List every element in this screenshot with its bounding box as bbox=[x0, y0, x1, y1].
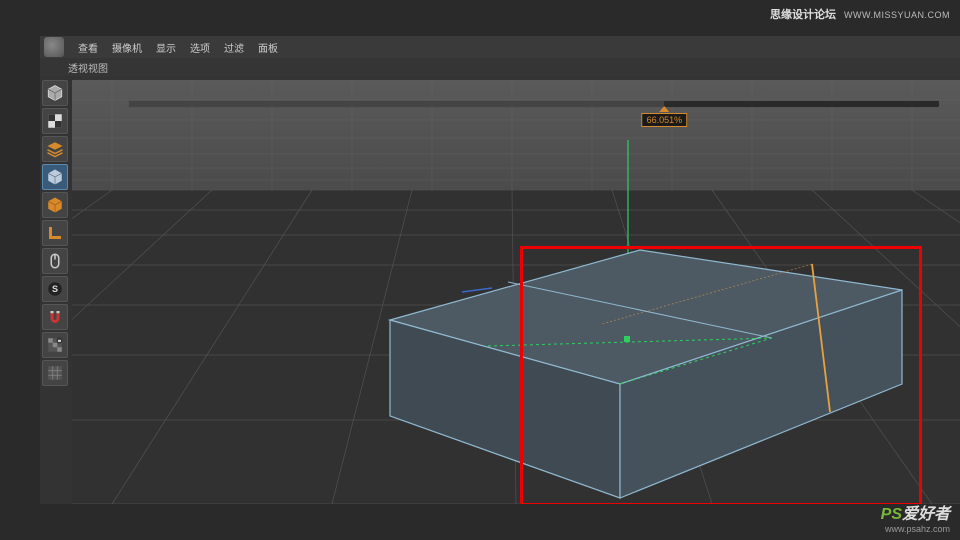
watermark-top-cn: 思缘设计论坛 bbox=[770, 6, 836, 22]
app-frame: 查看 摄像机 显示 选项 过滤 面板 透视视图 S bbox=[40, 36, 960, 504]
uv-tool[interactable] bbox=[42, 108, 68, 134]
left-toolbar: S bbox=[42, 80, 70, 386]
scene-3d bbox=[72, 80, 960, 504]
model-tool[interactable] bbox=[42, 164, 68, 190]
viewport-tab-label[interactable]: 透视视图 bbox=[68, 60, 108, 75]
menu-view[interactable]: 查看 bbox=[72, 38, 104, 57]
menubar: 查看 摄像机 显示 选项 过滤 面板 bbox=[40, 36, 960, 58]
menu-panel[interactable]: 面板 bbox=[252, 38, 284, 57]
watermark-brand: PS爱好者 bbox=[881, 500, 950, 524]
slider-value-marker: 66.051% bbox=[642, 106, 688, 127]
object-tool[interactable] bbox=[42, 192, 68, 218]
cube-tool[interactable] bbox=[42, 80, 68, 106]
menu-options[interactable]: 选项 bbox=[184, 38, 216, 57]
menu-filter[interactable]: 过滤 bbox=[218, 38, 250, 57]
viewport-tabbar: 透视视图 bbox=[40, 58, 960, 76]
magnet-tool[interactable] bbox=[42, 304, 68, 330]
lock-tool[interactable] bbox=[42, 332, 68, 358]
watermark-top-en: WWW.MISSYUAN.COM bbox=[844, 10, 950, 20]
menu-camera[interactable]: 摄像机 bbox=[106, 38, 148, 57]
viewport[interactable]: 66.051% bbox=[72, 80, 960, 504]
watermark-url: www.psahz.com bbox=[881, 524, 950, 534]
slider-value-label: 66.051% bbox=[642, 113, 688, 127]
bevel-slider[interactable] bbox=[128, 100, 940, 108]
watermark-bottom: PS爱好者 www.psahz.com bbox=[881, 500, 950, 534]
axis-tool[interactable] bbox=[42, 220, 68, 246]
layer-tool[interactable] bbox=[42, 136, 68, 162]
snap-s-tool[interactable]: S bbox=[42, 276, 68, 302]
menu-display[interactable]: 显示 bbox=[150, 38, 182, 57]
slider-fill bbox=[129, 101, 664, 107]
mouse-tool[interactable] bbox=[42, 248, 68, 274]
app-logo-icon bbox=[44, 37, 64, 57]
watermark-top: 思缘设计论坛 WWW.MISSYUAN.COM bbox=[770, 6, 950, 22]
grid-tool[interactable] bbox=[42, 360, 68, 386]
svg-text:S: S bbox=[52, 284, 58, 294]
slider-arrow-icon bbox=[659, 106, 669, 112]
